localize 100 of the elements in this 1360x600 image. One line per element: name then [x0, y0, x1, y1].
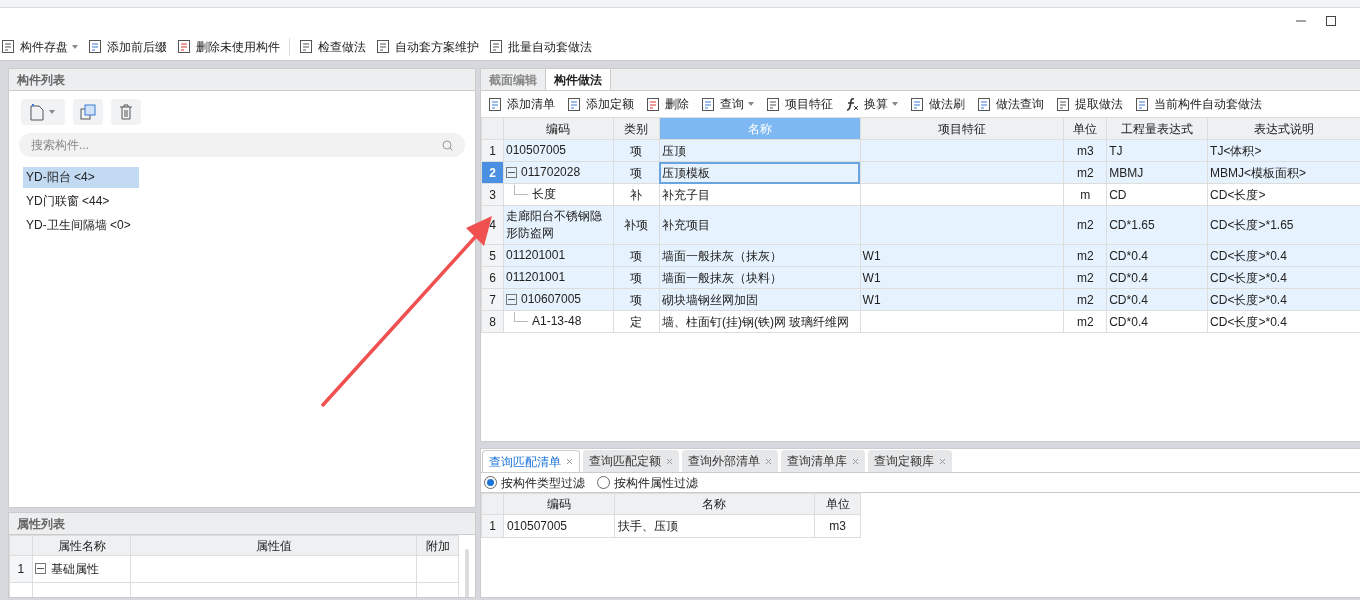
table-cell: 定 [630, 314, 643, 329]
tab[interactable]: 查询定额库 [868, 450, 952, 472]
toolbar-button[interactable]: 换算 [842, 93, 901, 115]
table-cell: 项 [630, 248, 643, 263]
column-header[interactable]: 项目特征 [860, 117, 1064, 140]
collapse-toggle[interactable] [505, 294, 517, 305]
toolbar-button[interactable]: 做法查询 [974, 93, 1047, 115]
table-cell: m3 [1076, 143, 1094, 158]
tab[interactable]: 查询匹配定额 [583, 450, 679, 472]
column-header[interactable]: 单位 [1063, 117, 1107, 140]
toolbar-button[interactable]: 检查做法 [294, 34, 371, 59]
column-header: 属性值 [130, 535, 417, 556]
delete-button[interactable] [111, 99, 141, 125]
row-number[interactable]: 1 [481, 139, 504, 162]
collapse-toggle[interactable] [505, 167, 517, 178]
row-number[interactable]: 8 [481, 310, 504, 333]
table-cell: 011201001 [505, 269, 566, 286]
column-header[interactable]: 类别 [613, 117, 660, 140]
table-cell: 项 [630, 143, 643, 158]
column-header: 属性名称 [32, 535, 131, 556]
radio-button[interactable] [597, 476, 610, 489]
table-cell: m3 [829, 519, 846, 533]
toolbar-button[interactable]: 当前构件自动套做法 [1132, 93, 1265, 115]
table-cell: 010507005 [506, 519, 567, 533]
table-cell: TJ<体积> [1210, 143, 1262, 158]
table-cell: A1-13-48 [531, 313, 582, 330]
document-icon [376, 39, 391, 54]
row-number[interactable]: 7 [481, 288, 504, 311]
component-item[interactable]: YD-卫生间隔墙 <0> [23, 215, 139, 236]
toolbar-button[interactable]: 添加定额 [564, 93, 637, 115]
table-cell: 压顶模板 [661, 165, 710, 180]
function-icon [845, 96, 860, 112]
table-cell: MBMJ [1109, 165, 1144, 180]
document-icon [1, 39, 16, 54]
maximize-icon[interactable] [1326, 15, 1336, 26]
table-cell-text: 走廊阳台不锈钢隐形防盗网 [505, 208, 603, 242]
table-cell: 项 [630, 165, 643, 180]
toolbar-button[interactable]: 项目特征 [763, 93, 836, 115]
close-icon[interactable] [852, 457, 859, 465]
table-cell: CD<长度>*1.65 [1210, 218, 1294, 232]
table-cell: CD*0.4 [1109, 270, 1148, 285]
minus-icon [36, 568, 44, 570]
table-cell: W1 [862, 270, 881, 285]
toolbar-button[interactable]: 提取做法 [1053, 93, 1126, 115]
table-cell: W1 [862, 292, 881, 307]
radio-button[interactable] [484, 476, 497, 489]
toolbar-button[interactable]: 批量自动套做法 [484, 34, 597, 59]
document-icon [567, 96, 582, 112]
toolbar-button[interactable]: 构件存盘 [0, 34, 83, 59]
close-icon[interactable] [939, 457, 946, 465]
table-cell: m2 [1076, 314, 1094, 329]
component-item[interactable]: YD门联窗 <44> [23, 191, 139, 212]
column-header[interactable]: 表达式说明 [1207, 117, 1360, 140]
document-icon [488, 96, 503, 112]
document-icon [1135, 96, 1150, 112]
table-cell: 补 [630, 187, 643, 202]
toolbar-button[interactable]: 做法刷 [907, 93, 968, 115]
radio-option[interactable]: 按构件属性过滤 [597, 473, 698, 492]
toolbar-button[interactable]: 删除未使用构件 [172, 34, 285, 59]
row-number[interactable]: 6 [481, 266, 504, 289]
close-icon[interactable] [765, 457, 772, 465]
column-header: 名称 [614, 493, 815, 515]
collapse-toggle[interactable] [34, 563, 46, 575]
component-item[interactable]: YD-阳台 <4> [23, 167, 139, 188]
row-number[interactable]: 5 [481, 244, 504, 267]
tab[interactable]: 构件做法 [545, 69, 611, 90]
column-header: 单位 [814, 493, 861, 515]
toolbar-button[interactable]: 添加清单 [485, 93, 558, 115]
tab[interactable]: 查询清单库 [781, 450, 865, 472]
table-cell: 墙、柱面钉(挂)钢(铁)网 玻璃纤维网 [661, 314, 850, 329]
copy-button[interactable] [73, 99, 103, 125]
copy-icon [80, 104, 96, 120]
row-number: 1 [9, 555, 33, 582]
column-header[interactable]: 编码 [503, 117, 614, 140]
row-number[interactable]: 3 [481, 183, 504, 206]
trash-icon [119, 104, 133, 120]
radio-option[interactable]: 按构件类型过滤 [484, 473, 585, 492]
new-button[interactable] [21, 99, 65, 125]
column-header[interactable]: 工程量表达式 [1106, 117, 1208, 140]
search-icon [442, 140, 453, 151]
table-cell: CD<长度> [1210, 187, 1266, 202]
toolbar-button[interactable]: 自动套方案维护 [371, 34, 484, 59]
table-cell: TJ [1109, 143, 1123, 158]
table-cell: 扶手、压顶 [617, 519, 678, 533]
tab[interactable]: 查询外部清单 [682, 450, 778, 472]
trash-icon [646, 96, 661, 112]
panel-title: 属性列表 [9, 513, 475, 535]
toolbar-button[interactable]: 添加前后缀 [83, 34, 172, 59]
table-cell: 011201001 [505, 247, 566, 264]
table-cell: CD<长度>*0.4 [1210, 248, 1287, 263]
table-cell: MBMJ<模板面积> [1210, 165, 1307, 180]
close-icon[interactable] [666, 457, 673, 465]
tab[interactable]: 查询匹配清单 [482, 450, 580, 472]
table-cell: m [1080, 187, 1091, 202]
toolbar-button[interactable]: 查询 [698, 93, 757, 115]
scrollbar[interactable] [465, 549, 470, 597]
toolbar-button[interactable]: 删除 [643, 93, 692, 115]
document-icon [977, 96, 992, 112]
close-icon[interactable] [566, 458, 573, 465]
search-field[interactable]: 搜索构件... [19, 133, 465, 157]
